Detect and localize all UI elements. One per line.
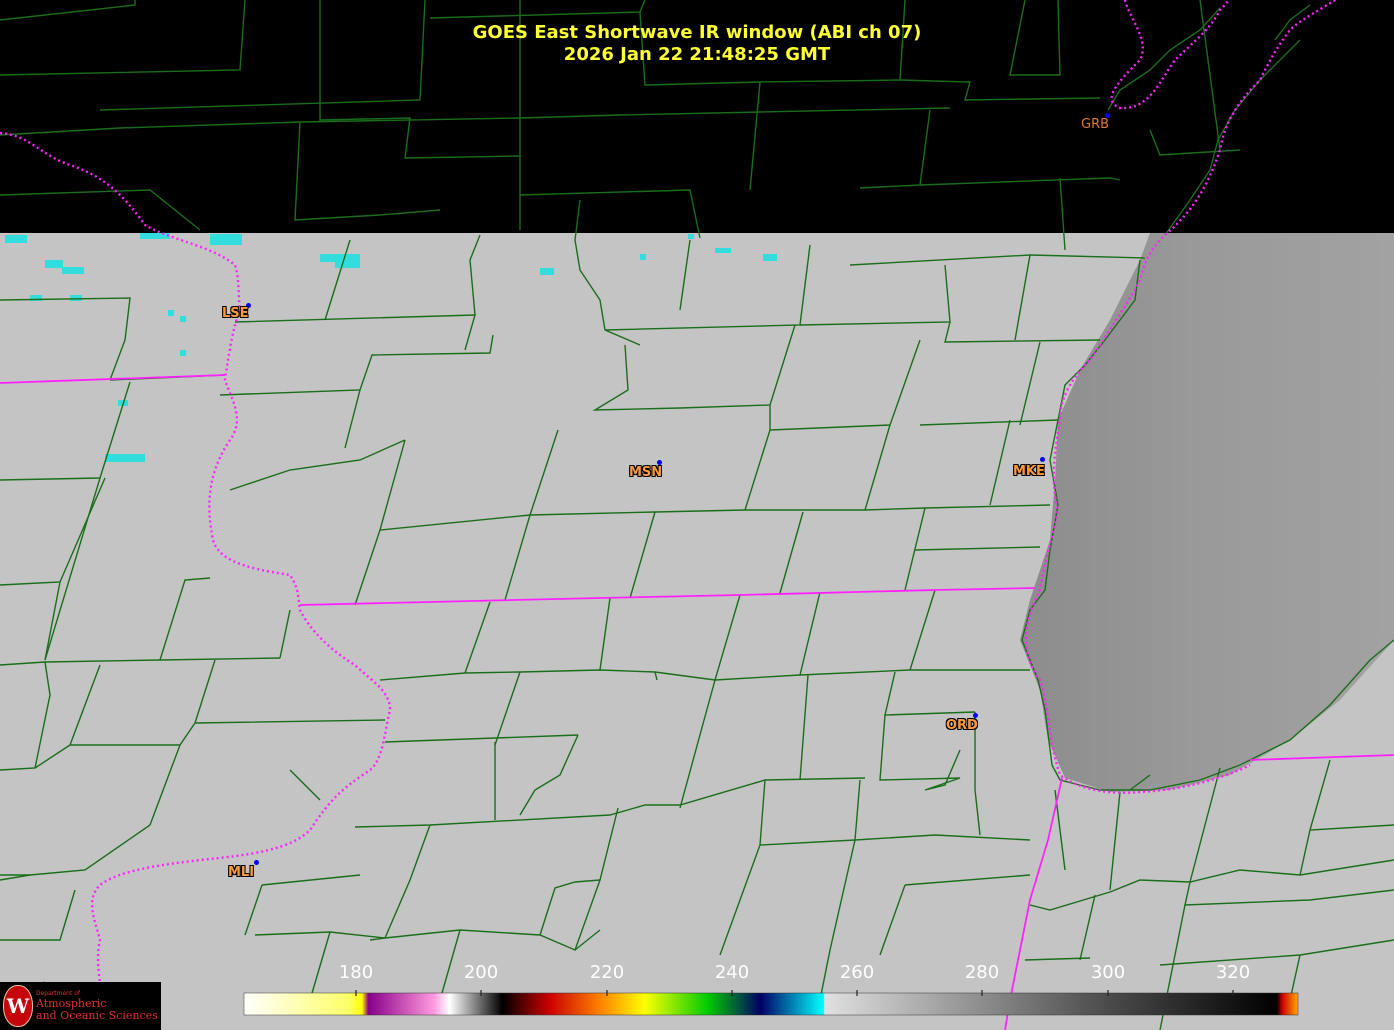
colorbar-tick-label: 240 bbox=[714, 962, 750, 983]
colorbar-tick-label: 260 bbox=[839, 962, 875, 983]
station-label-mke: MKE bbox=[1013, 464, 1045, 479]
station-label-lse: LSE bbox=[222, 306, 249, 321]
colorbar-tick-label: 300 bbox=[1090, 962, 1126, 983]
uw-aos-logo: W Department of Atmospheric and Oceanic … bbox=[0, 982, 161, 1030]
logo-line-2: and Oceanic Sciences bbox=[36, 1009, 158, 1022]
map-title: GOES East Shortwave IR window (ABI ch 07… bbox=[472, 22, 922, 43]
map-timestamp: 2026 Jan 22 21:48:25 GMT bbox=[563, 44, 831, 65]
uw-seal-icon: W bbox=[3, 985, 33, 1027]
station-label-mli: MLI bbox=[228, 865, 255, 880]
colorbar-gradient bbox=[243, 992, 1299, 1016]
station-label-grb: GRB bbox=[1081, 117, 1110, 132]
station-marker-mli bbox=[254, 860, 259, 865]
colorbar-tick-label: 220 bbox=[589, 962, 625, 983]
station-label-msn: MSN bbox=[629, 465, 663, 480]
station-marker-mke bbox=[1040, 457, 1045, 462]
colorbar-tick-label: 320 bbox=[1215, 962, 1251, 983]
colorbar bbox=[243, 990, 1299, 1016]
logo-department: Department of bbox=[36, 990, 80, 997]
station-label-ord: ORD bbox=[946, 718, 978, 733]
satellite-map bbox=[0, 0, 1394, 1030]
colorbar-tick-label: 180 bbox=[338, 962, 374, 983]
colorbar-tick-label: 280 bbox=[964, 962, 1000, 983]
colorbar-tick-label: 200 bbox=[463, 962, 499, 983]
